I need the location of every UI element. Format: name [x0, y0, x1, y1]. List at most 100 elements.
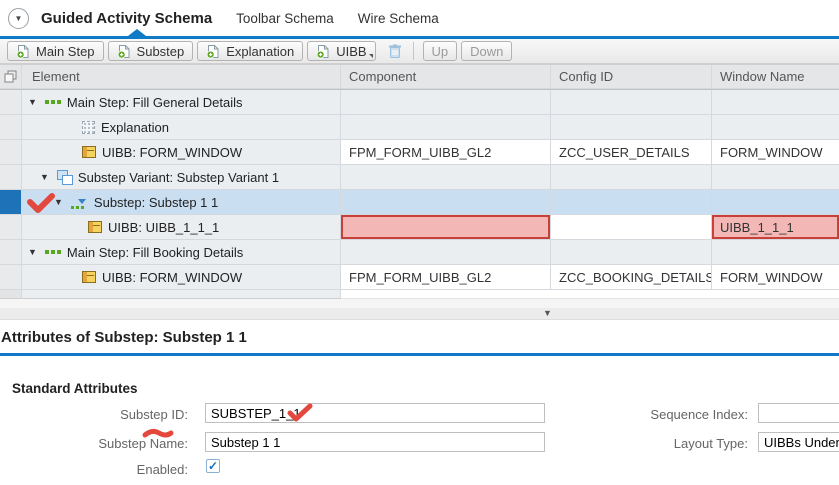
schema-toolbar: Main Step Substep Explanation UIBB Up Do…: [0, 39, 839, 64]
substep-id-label: Substep ID:: [38, 407, 188, 422]
window-name-cell[interactable]: FORM_WINDOW: [712, 140, 839, 165]
standard-attributes-heading: Standard Attributes: [12, 381, 138, 396]
attributes-title-underline: [0, 353, 839, 356]
substep-variant-icon: [57, 170, 72, 184]
row-selector-cell[interactable]: [0, 90, 22, 115]
move-down-button[interactable]: Down: [461, 41, 512, 61]
table-header-row: Element Component Config ID Window Name: [0, 64, 839, 90]
table-row-main-step-general[interactable]: ▼ Main Step: Fill General Details: [0, 90, 839, 115]
substep-name-label: Substep Name:: [38, 436, 188, 451]
fpm-guided-activity-editor: ▼ Guided Activity Schema Toolbar Schema …: [0, 0, 839, 485]
red-underline-substep-label-annotation: [145, 431, 171, 435]
uibb-icon: [88, 221, 102, 233]
expand-arrow-icon[interactable]: ▼: [28, 247, 37, 257]
window-name-cell: [712, 165, 839, 190]
window-name-cell[interactable]: FORM_WINDOW: [712, 265, 839, 290]
delete-button[interactable]: [382, 41, 408, 61]
row-selector-cell[interactable]: [0, 240, 22, 265]
trash-icon: [388, 44, 402, 59]
component-cell[interactable]: FPM_FORM_UIBB_GL2: [341, 140, 551, 165]
config-id-cell[interactable]: ZCC_BOOKING_DETAILS: [551, 265, 712, 290]
guided-activity-schema-table: Element Component Config ID Window Name …: [0, 64, 839, 299]
enabled-checkbox[interactable]: [206, 459, 220, 473]
config-id-cell: [551, 190, 712, 215]
active-tab-marker: [128, 29, 146, 36]
table-row-explanation[interactable]: Explanation: [0, 115, 839, 140]
uibb-icon: [82, 146, 96, 158]
substep-icon: [71, 196, 88, 209]
table-row-substep-selected[interactable]: ▼ Substep: Substep 1 1: [0, 190, 839, 215]
new-document-add-icon: [206, 44, 221, 59]
tab-toolbar-schema[interactable]: Toolbar Schema: [236, 11, 334, 26]
new-document-add-icon: [16, 44, 31, 59]
add-main-step-button[interactable]: Main Step: [7, 41, 104, 61]
new-document-add-icon: [316, 44, 331, 59]
main-step-icon: [45, 250, 61, 255]
config-id-cell: [551, 90, 712, 115]
component-cell[interactable]: FPM_FORM_UIBB_GL2: [341, 265, 551, 290]
column-header-window-name[interactable]: Window Name: [712, 65, 839, 89]
window-name-cell: [712, 90, 839, 115]
tab-wire-schema[interactable]: Wire Schema: [358, 11, 439, 26]
sequence-index-label: Sequence Index:: [598, 407, 748, 422]
schema-tabbar: ▼ Guided Activity Schema Toolbar Schema …: [0, 0, 839, 36]
window-name-cell: [712, 190, 839, 215]
table-row-substep-variant[interactable]: ▼ Substep Variant: Substep Variant 1: [0, 165, 839, 190]
move-up-button[interactable]: Up: [423, 41, 458, 61]
layout-type-select[interactable]: [758, 432, 839, 452]
expand-arrow-icon[interactable]: ▼: [54, 197, 63, 207]
component-cell: [341, 165, 551, 190]
explanation-icon: [82, 121, 95, 134]
table-row-uibb-1-1-1[interactable]: UIBB: UIBB_1_1_1 UIBB_1_1_1: [0, 215, 839, 240]
component-cell: [341, 115, 551, 140]
table-row-uibb-form-window-1[interactable]: UIBB: FORM_WINDOW FPM_FORM_UIBB_GL2 ZCC_…: [0, 140, 839, 165]
tab-guided-activity-schema[interactable]: Guided Activity Schema: [41, 10, 212, 27]
attributes-panel-title: Attributes of Substep: Substep 1 1: [1, 329, 247, 346]
config-id-cell: [551, 240, 712, 265]
substep-name-input[interactable]: [205, 432, 545, 452]
config-id-cell[interactable]: ZCC_USER_DETAILS: [551, 140, 712, 165]
expand-arrow-icon[interactable]: ▼: [40, 172, 49, 182]
substep-id-input[interactable]: [205, 403, 545, 423]
add-explanation-button[interactable]: Explanation: [197, 41, 303, 61]
add-uibb-menu-button[interactable]: UIBB: [307, 41, 375, 61]
table-row-main-step-booking[interactable]: ▼ Main Step: Fill Booking Details: [0, 240, 839, 265]
layout-type-label: Layout Type:: [598, 436, 748, 451]
row-selector-cell[interactable]: [0, 215, 22, 240]
stacked-squares-icon: [4, 70, 17, 83]
component-cell: [341, 190, 551, 215]
select-all-cell[interactable]: [0, 65, 22, 89]
expand-arrow-icon[interactable]: ▼: [28, 97, 37, 107]
enabled-label: Enabled:: [38, 462, 188, 477]
sequence-index-input[interactable]: [758, 403, 839, 423]
column-header-component[interactable]: Component: [341, 65, 551, 89]
table-footer-strip: [0, 299, 839, 308]
toolbar-separator: [413, 42, 414, 60]
uibb-icon: [82, 271, 96, 283]
column-header-element[interactable]: Element: [22, 65, 341, 89]
horizontal-splitter[interactable]: ▼: [0, 308, 839, 320]
row-selector-cell[interactable]: [0, 190, 22, 215]
row-selector-cell[interactable]: [0, 115, 22, 140]
panel-dropdown-button[interactable]: ▼: [8, 8, 29, 29]
add-substep-button[interactable]: Substep: [108, 41, 194, 61]
main-step-icon: [45, 100, 61, 105]
collapse-panel-icon[interactable]: ▼: [543, 308, 552, 318]
row-selector-cell[interactable]: [0, 265, 22, 290]
new-document-add-icon: [117, 44, 132, 59]
table-row-uibb-form-window-2[interactable]: UIBB: FORM_WINDOW FPM_FORM_UIBB_GL2 ZCC_…: [0, 265, 839, 290]
table-empty-row: [0, 290, 839, 299]
chevron-down-icon: ▼: [15, 14, 23, 23]
column-header-config-id[interactable]: Config ID: [551, 65, 712, 89]
window-name-cell: [712, 240, 839, 265]
config-id-cell: [551, 115, 712, 140]
row-selector-cell[interactable]: [0, 140, 22, 165]
component-cell: [341, 240, 551, 265]
config-id-cell[interactable]: [551, 215, 712, 240]
component-cell-error[interactable]: [341, 215, 551, 240]
window-name-cell-error[interactable]: UIBB_1_1_1: [712, 215, 839, 240]
config-id-cell: [551, 165, 712, 190]
window-name-cell: [712, 115, 839, 140]
row-selector-cell[interactable]: [0, 165, 22, 190]
component-cell: [341, 90, 551, 115]
